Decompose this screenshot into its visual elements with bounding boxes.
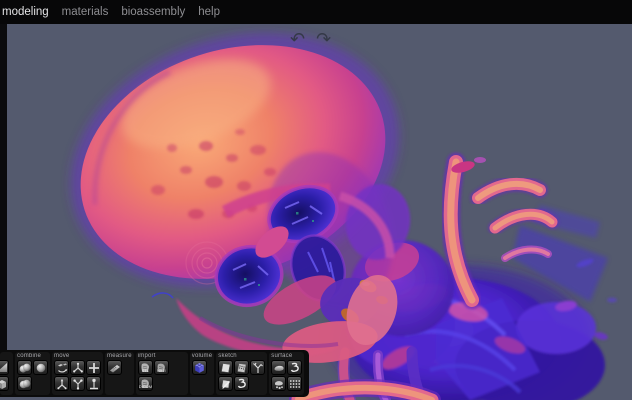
union-spheres-icon bbox=[19, 362, 31, 374]
droplet-blob-button[interactable] bbox=[271, 376, 286, 391]
wedge-icon bbox=[0, 362, 8, 374]
section-label-move: move bbox=[54, 353, 101, 360]
redo-icon[interactable]: ↷ bbox=[316, 30, 331, 50]
surface-curve-button[interactable] bbox=[287, 360, 302, 375]
sphere-icon bbox=[35, 362, 47, 374]
import-stl-button[interactable]: STL bbox=[138, 360, 153, 375]
branch-button[interactable] bbox=[250, 360, 265, 375]
viewport-3d[interactable] bbox=[0, 0, 632, 400]
point-grid-button[interactable] bbox=[287, 376, 302, 391]
axis-jack-icon bbox=[72, 362, 84, 374]
freehand-curve-button[interactable] bbox=[234, 376, 249, 391]
point-grid-icon bbox=[289, 378, 301, 390]
pattern-page-icon bbox=[236, 362, 248, 374]
measure-button[interactable] bbox=[107, 360, 122, 375]
section-label-import: import bbox=[138, 353, 186, 360]
section-label-measure: measure bbox=[107, 353, 132, 360]
axis-arrow-button[interactable] bbox=[54, 376, 69, 391]
surface-curve-icon bbox=[289, 362, 301, 374]
move-objects-button[interactable] bbox=[54, 360, 69, 375]
toolbar-section-sketch: sketch bbox=[216, 352, 267, 395]
cube-primitive-button[interactable] bbox=[0, 376, 9, 391]
section-label-sketch: sketch bbox=[218, 353, 265, 360]
union-button[interactable] bbox=[17, 360, 32, 375]
toolbar-section-measure: measure bbox=[105, 352, 134, 395]
left-dock-strip bbox=[0, 24, 7, 396]
import-nifti-icon bbox=[155, 362, 167, 374]
toolbar-section-move: move bbox=[52, 352, 103, 395]
sketch-edit-icon bbox=[220, 378, 232, 390]
wedge-primitive-button[interactable] bbox=[0, 360, 9, 375]
cube-icon bbox=[0, 378, 8, 390]
sketch-edit-button[interactable] bbox=[218, 376, 233, 391]
sphere-button[interactable] bbox=[33, 360, 48, 375]
toolbar-section-volume: volume bbox=[190, 352, 215, 395]
pattern-page-button[interactable] bbox=[234, 360, 249, 375]
section-label-surface: surface bbox=[271, 353, 302, 360]
import-dicom-icon bbox=[139, 378, 151, 390]
move-objects-icon bbox=[56, 362, 68, 374]
menu-help[interactable]: help bbox=[198, 6, 220, 18]
tool-shelf: combine bbox=[0, 350, 309, 397]
align-floor-button[interactable] bbox=[86, 376, 101, 391]
toolbar-section-surface: surface bbox=[269, 352, 304, 395]
sketch-page-icon bbox=[220, 362, 232, 374]
clay-slab-icon bbox=[273, 362, 285, 374]
section-label-volume: volume bbox=[192, 353, 213, 360]
menu-modeling[interactable]: modeling bbox=[2, 6, 49, 18]
history-controls: ↶ ↷ bbox=[290, 30, 331, 50]
voxel-volume-button[interactable] bbox=[192, 360, 207, 375]
branch-icon bbox=[252, 362, 264, 374]
sketch-page-button[interactable] bbox=[218, 360, 233, 375]
cross-handle-button[interactable] bbox=[86, 360, 101, 375]
y-jack-button[interactable] bbox=[70, 376, 85, 391]
undo-icon[interactable]: ↶ bbox=[290, 30, 305, 50]
menu-materials[interactable]: materials bbox=[62, 6, 109, 18]
y-jack-icon bbox=[72, 378, 84, 390]
droplet-blob-icon bbox=[273, 378, 285, 390]
clay-slab-button[interactable] bbox=[271, 360, 286, 375]
axis-jack-button[interactable] bbox=[70, 360, 85, 375]
toolbar-section-import: import STL NIfTI bbox=[136, 352, 188, 395]
intersect-button[interactable] bbox=[17, 376, 32, 391]
toolbar-section-clipped bbox=[0, 352, 13, 395]
overlap-spheres-icon bbox=[19, 378, 31, 390]
section-label-clipped bbox=[2, 353, 11, 360]
volume-render-skull-thorax bbox=[0, 0, 632, 400]
menubar: modeling materials bioassembly help bbox=[0, 0, 632, 24]
import-stl-icon bbox=[139, 362, 151, 374]
toolbar-section-combine: combine bbox=[15, 352, 50, 395]
ruler-icon bbox=[109, 362, 121, 374]
axis-arrow-icon bbox=[56, 378, 68, 390]
section-label-combine: combine bbox=[17, 353, 48, 360]
import-nifti-button[interactable]: NIfTI bbox=[154, 360, 169, 375]
align-floor-icon bbox=[88, 378, 100, 390]
import-dicom-button[interactable]: DICOM bbox=[138, 376, 153, 391]
menu-bioassembly[interactable]: bioassembly bbox=[121, 6, 185, 18]
cross-icon bbox=[88, 362, 100, 374]
voxel-cube-icon bbox=[193, 361, 206, 374]
freehand-curve-icon bbox=[236, 378, 248, 390]
